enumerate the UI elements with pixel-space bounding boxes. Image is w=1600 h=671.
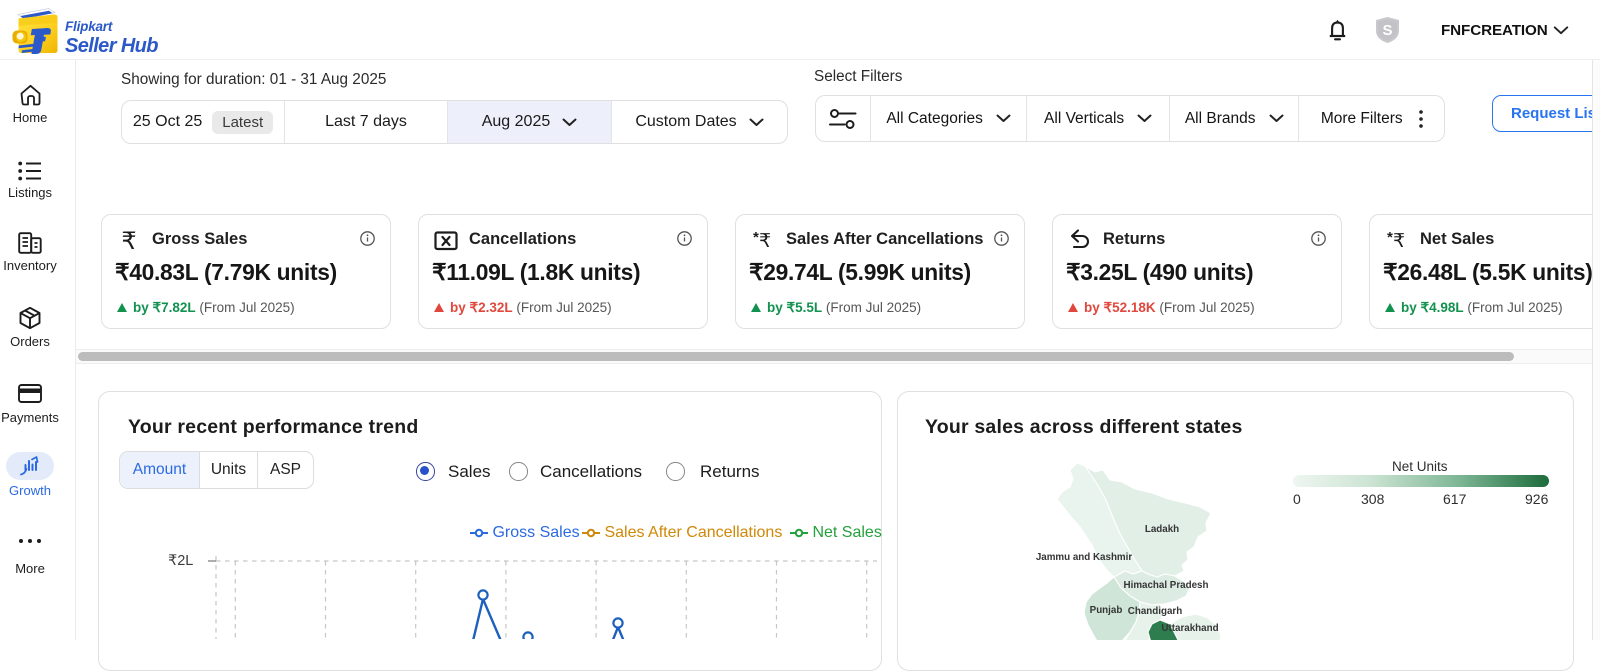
svg-text:S: S	[1382, 22, 1392, 39]
svg-text:₹: ₹	[1393, 231, 1405, 252]
svg-text:₹: ₹	[759, 231, 771, 252]
svg-text:₹: ₹	[121, 228, 136, 252]
